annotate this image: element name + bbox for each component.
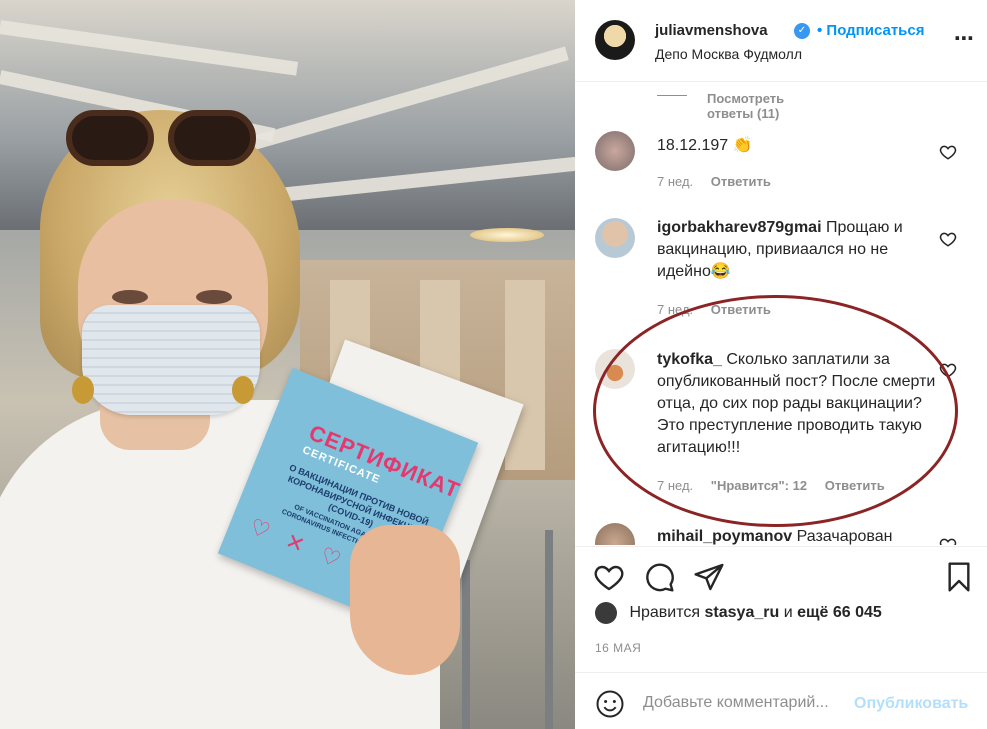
heart-icon[interactable] (593, 561, 625, 593)
comment-input[interactable] (643, 690, 853, 716)
author-avatar[interactable] (595, 20, 635, 60)
comment-meta: 7 нед. Ответить (657, 174, 785, 189)
post-photo[interactable]: СЕРТИФИКАТ CERTIFICATE О ВАКЦИНАЦИИ ПРОТ… (0, 0, 575, 729)
add-comment-bar: Опубликовать (575, 672, 987, 729)
commenter-avatar[interactable] (595, 523, 635, 545)
comment-meta: 7 нед. "Нравится": 12 Ответить (657, 478, 899, 493)
liker-avatar[interactable] (595, 602, 617, 624)
comment-username[interactable]: igorbakharev879gmai (657, 219, 822, 236)
sunglasses-lens (66, 110, 154, 166)
view-replies-label[interactable]: Посмотреть ответы (11) (707, 91, 784, 121)
post-location[interactable]: Депо Москва Фудмолл (655, 46, 802, 62)
person-eye (112, 290, 148, 304)
liker-username[interactable]: stasya_ru (705, 604, 780, 621)
likes-count[interactable]: ещё 66 045 (797, 604, 882, 621)
heart-icon[interactable] (939, 361, 957, 379)
comments-list[interactable]: Посмотреть ответы (11) 18.12.197 👏 7 нед… (575, 83, 987, 545)
comment-message: Разачарован (796, 528, 893, 545)
person-hand (350, 525, 460, 675)
comment-text: mihail_poymanov Разачарован (657, 526, 939, 545)
heart-icon[interactable] (939, 536, 957, 545)
reply-button[interactable]: Ответить (711, 174, 771, 189)
more-options-icon[interactable]: ⋯ (954, 26, 975, 50)
likes-middle: и (783, 604, 793, 622)
earring (232, 376, 254, 404)
commenter-avatar[interactable] (595, 131, 635, 171)
comment-meta: 7 нед. Ответить (657, 302, 785, 317)
publish-button[interactable]: Опубликовать (854, 695, 968, 713)
post-date[interactable]: 16 МАЯ (595, 641, 641, 655)
likes-prefix: Нравится (629, 604, 701, 622)
earring (72, 376, 94, 404)
heart-icon[interactable] (939, 230, 957, 248)
background-pillar (505, 280, 545, 470)
comment-username[interactable]: mihail_poymanov (657, 528, 792, 545)
queue-stand (545, 530, 553, 729)
comment-like-count[interactable]: "Нравится": 12 (711, 478, 807, 493)
comment-text: tykofka_ Сколько заплатили за опубликова… (657, 349, 939, 459)
post-header: juliavmenshova ✓ • Подписаться Депо Моск… (575, 0, 987, 82)
comment-text: 18.12.197 👏 (657, 137, 753, 154)
reply-button[interactable]: Ответить (711, 302, 771, 317)
comment-age: 7 нед. (657, 302, 694, 317)
queue-stand (462, 560, 470, 729)
replies-divider (657, 95, 687, 96)
commenter-avatar[interactable] (595, 349, 635, 389)
follow-button[interactable]: • Подписаться (817, 22, 925, 39)
likes-summary: Нравится stasya_ru и ещё 66 045 (595, 602, 882, 624)
commenter-avatar[interactable] (595, 218, 635, 258)
comment-bubble-icon[interactable] (643, 561, 675, 593)
emoji-icon[interactable] (595, 689, 625, 719)
sunglasses-lens (168, 110, 256, 166)
share-paper-plane-icon[interactable] (693, 561, 725, 593)
verified-badge-icon: ✓ (794, 23, 810, 39)
bookmark-icon[interactable] (943, 561, 975, 593)
comment-username[interactable]: tykofka_ (657, 351, 722, 368)
post-side-panel: juliavmenshova ✓ • Подписаться Депо Моск… (575, 0, 987, 729)
person-eye (196, 290, 232, 304)
ceiling-lamp (470, 228, 544, 242)
comment-age: 7 нед. (657, 174, 694, 189)
reply-button[interactable]: Ответить (825, 478, 885, 493)
post-actions (575, 546, 987, 604)
heart-icon[interactable] (939, 143, 957, 161)
comment-text: igorbakharev879gmai Прощаю и вакцинацию,… (657, 217, 939, 283)
comment-age: 7 нед. (657, 478, 694, 493)
author-username[interactable]: juliavmenshova (655, 22, 768, 39)
